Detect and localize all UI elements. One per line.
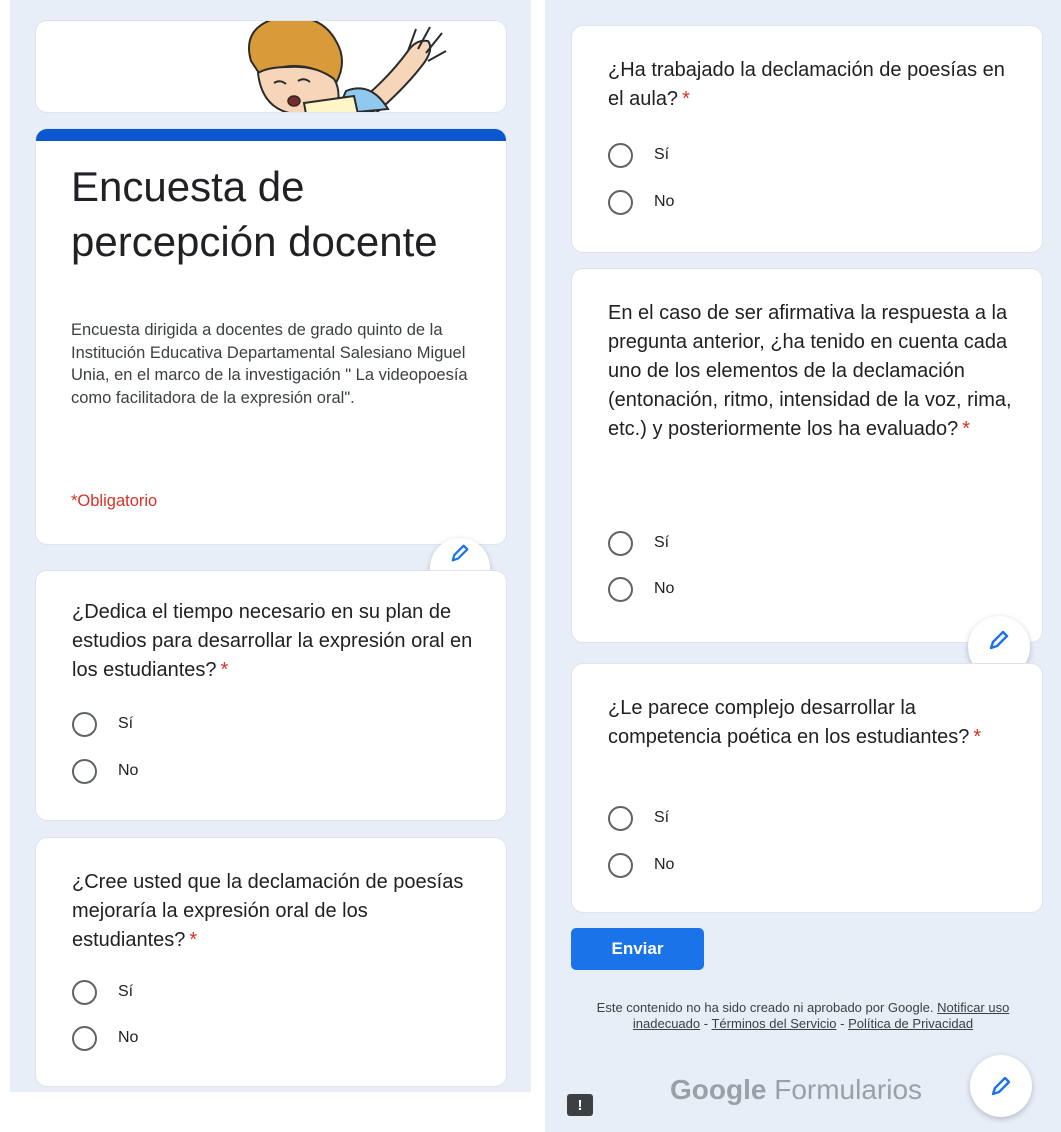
- brand-google: Google: [670, 1074, 767, 1105]
- radio-option-si[interactable]: Sí: [72, 978, 133, 1006]
- required-asterisk: *: [220, 659, 229, 681]
- brand-product: Formularios: [774, 1074, 923, 1105]
- pencil-icon: [991, 1076, 1011, 1096]
- question-card: En el caso de ser afirmativa la respuest…: [571, 268, 1043, 643]
- pencil-icon: [451, 544, 469, 562]
- required-asterisk: *: [682, 88, 690, 110]
- radio-unchecked-icon[interactable]: [608, 805, 633, 831]
- radio-option-no[interactable]: No: [608, 188, 674, 216]
- report-icon[interactable]: !: [567, 1094, 593, 1116]
- disclaimer-text: Este contenido no ha sido creado ni apro…: [596, 1000, 934, 1015]
- google-forms-logo[interactable]: Google Formularios: [670, 1074, 922, 1106]
- privacy-link[interactable]: Política de Privacidad: [848, 1016, 973, 1031]
- option-label: No: [118, 762, 139, 779]
- footer-disclaimer: Este contenido no ha sido creado ni apro…: [585, 1000, 1021, 1032]
- option-label: Sí: [654, 146, 670, 163]
- question-card: ¿Le parece complejo desarrollar la compe…: [571, 663, 1043, 913]
- question-text: ¿Ha trabajado la declamación de poesías …: [608, 59, 1005, 110]
- radio-unchecked-icon[interactable]: [608, 530, 633, 556]
- option-label: No: [118, 1029, 139, 1046]
- right-screenshot-panel: ¿Ha trabajado la declamación de poesías …: [545, 0, 1061, 1132]
- option-label: No: [654, 856, 675, 873]
- header-image-card: [35, 20, 507, 113]
- option-label: Sí: [654, 809, 670, 826]
- required-asterisk: *: [962, 418, 970, 440]
- required-asterisk: *: [189, 929, 198, 951]
- radio-option-no[interactable]: No: [608, 575, 674, 603]
- radio-option-si[interactable]: Sí: [608, 529, 669, 557]
- form-title: Encuesta de percepción docente: [71, 163, 438, 265]
- radio-unchecked-icon[interactable]: [72, 1025, 97, 1051]
- radio-option-si[interactable]: Sí: [608, 804, 669, 832]
- question-card: ¿Dedica el tiempo necesario en su plan d…: [35, 570, 507, 821]
- question-text: ¿Cree usted que la declamación de poesía…: [72, 871, 464, 951]
- radio-option-no[interactable]: No: [608, 851, 674, 879]
- radio-unchecked-icon[interactable]: [72, 758, 97, 784]
- form-description: Encuesta dirigida a docentes de grado qu…: [71, 321, 468, 407]
- required-note: *Obligatorio: [71, 492, 158, 510]
- option-label: No: [654, 580, 675, 597]
- radio-unchecked-icon[interactable]: [608, 852, 633, 878]
- radio-option-si[interactable]: Sí: [72, 710, 133, 738]
- header-illustration: [248, 21, 447, 112]
- submit-button[interactable]: Enviar: [571, 928, 704, 970]
- question-text: ¿Le parece complejo desarrollar la compe…: [608, 697, 982, 748]
- footer-separator: -: [703, 1016, 709, 1031]
- left-screenshot-panel: Encuesta de percepción docente Encuesta …: [10, 0, 531, 1092]
- radio-unchecked-icon[interactable]: [608, 142, 633, 168]
- option-label: Sí: [654, 534, 670, 551]
- option-label: Sí: [118, 983, 134, 1000]
- option-label: No: [654, 193, 675, 210]
- required-asterisk: *: [973, 726, 982, 748]
- radio-option-si[interactable]: Sí: [608, 141, 669, 169]
- radio-option-no[interactable]: No: [72, 757, 138, 785]
- header-accent-stripe: [36, 129, 506, 141]
- radio-unchecked-icon[interactable]: [608, 576, 633, 602]
- question-text: En el caso de ser afirmativa la respuest…: [608, 302, 1012, 440]
- terms-link[interactable]: Términos del Servicio: [711, 1016, 836, 1031]
- pencil-icon: [989, 630, 1009, 650]
- form-header-card: Encuesta de percepción docente Encuesta …: [35, 128, 507, 545]
- question-card: ¿Ha trabajado la declamación de poesías …: [571, 25, 1043, 253]
- radio-option-no[interactable]: No: [72, 1024, 138, 1052]
- question-text: ¿Dedica el tiempo necesario en su plan d…: [72, 601, 473, 681]
- edit-fab-bottom[interactable]: [970, 1055, 1032, 1117]
- option-label: Sí: [118, 715, 134, 732]
- footer-separator: -: [840, 1016, 845, 1031]
- radio-unchecked-icon[interactable]: [72, 979, 97, 1005]
- radio-unchecked-icon[interactable]: [72, 711, 97, 737]
- question-card: ¿Cree usted que la declamación de poesía…: [35, 837, 507, 1087]
- radio-unchecked-icon[interactable]: [608, 189, 633, 215]
